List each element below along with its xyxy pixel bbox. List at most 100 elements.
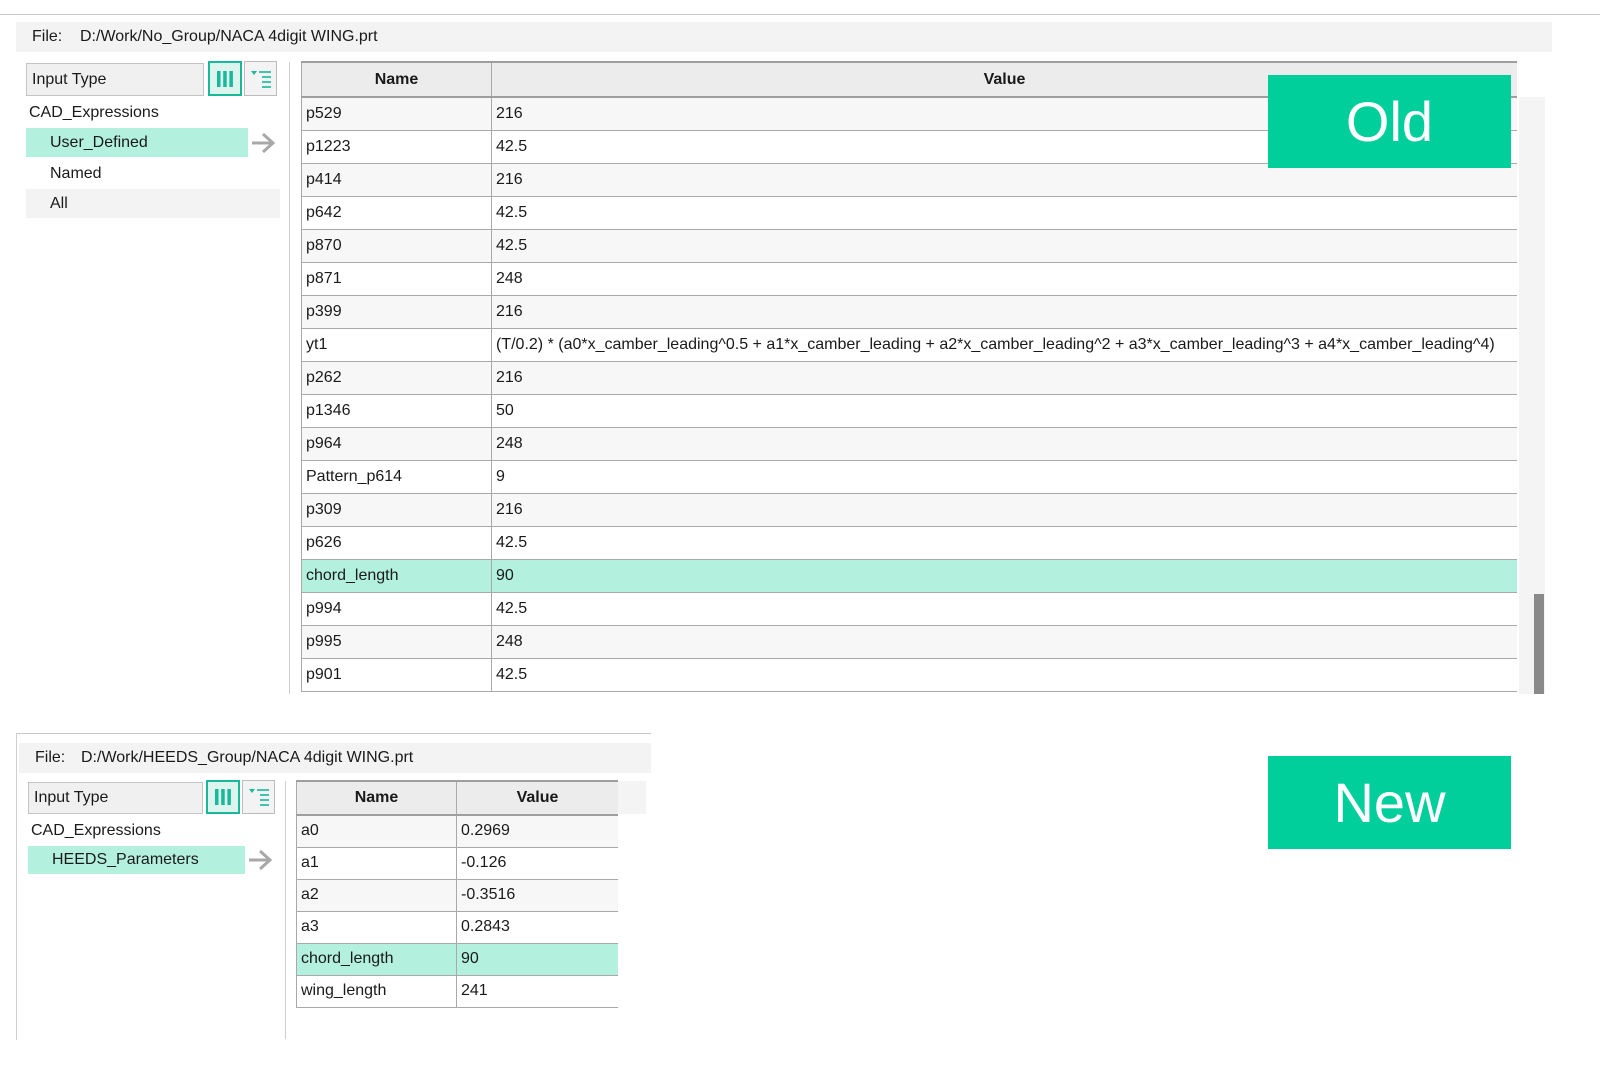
value-cell[interactable]: 42.5 (491, 228, 1517, 263)
value-cell[interactable]: -0.3516 (456, 878, 618, 912)
name-cell[interactable]: p309 (301, 492, 492, 527)
name-cell[interactable]: p529 (301, 96, 492, 131)
arrow-right-icon[interactable] (248, 128, 278, 157)
name-cell[interactable]: chord_length (301, 558, 492, 593)
tree-list-icon (248, 789, 269, 806)
name-cell[interactable]: p994 (301, 591, 492, 626)
value-cell[interactable]: 216 (491, 294, 1517, 329)
value-cell[interactable]: -0.126 (456, 846, 618, 880)
value-column-header[interactable]: Value (456, 780, 618, 816)
table-row[interactable]: a2 -0.3516 (296, 878, 618, 912)
name-cell[interactable]: a1 (296, 846, 457, 880)
value-cell[interactable]: 42.5 (491, 195, 1517, 230)
name-cell[interactable]: wing_length (296, 974, 457, 1008)
name-cell[interactable]: a3 (296, 910, 457, 944)
value-cell[interactable]: 248 (491, 261, 1517, 296)
name-cell[interactable]: p1346 (301, 393, 492, 428)
tree-root-cad-expressions[interactable]: CAD_Expressions (26, 99, 276, 127)
table-row[interactable]: Pattern_p614 9 (301, 459, 1517, 494)
table-row[interactable]: a1 -0.126 (296, 846, 618, 880)
table-row[interactable]: chord_length 90 (296, 942, 618, 976)
table-row[interactable]: p995 248 (301, 624, 1517, 659)
name-cell[interactable]: p399 (301, 294, 492, 329)
column-view-button[interactable] (208, 61, 242, 96)
value-cell[interactable]: 42.5 (491, 591, 1517, 626)
table-row[interactable]: p262 216 (301, 360, 1517, 395)
tree-item-user-defined[interactable]: User_Defined (26, 128, 248, 157)
value-cell[interactable]: 9 (491, 459, 1517, 494)
value-cell[interactable]: 42.5 (491, 657, 1517, 692)
value-cell[interactable]: 90 (491, 558, 1517, 593)
name-cell[interactable]: p642 (301, 195, 492, 230)
table-row[interactable]: p399 216 (301, 294, 1517, 329)
name-cell[interactable]: a2 (296, 878, 457, 912)
new-table-container: Name Value a0 0.2969 a1 -0.126 a2 -0.3516 a3 0.… (296, 780, 618, 1009)
value-cell[interactable]: 90 (456, 942, 618, 976)
file-path: D:/Work/No_Group/NACA 4digit WING.prt (80, 28, 378, 45)
arrow-right-icon[interactable] (245, 846, 275, 874)
old-badge: Old (1268, 75, 1511, 168)
tree-list-icon (250, 70, 271, 88)
table-row[interactable]: chord_length 90 (301, 558, 1517, 593)
name-cell[interactable]: Pattern_p614 (301, 459, 492, 494)
name-cell[interactable]: p871 (301, 261, 492, 296)
tree-item-named[interactable]: Named (26, 159, 280, 188)
value-cell[interactable]: 216 (491, 360, 1517, 395)
columns-icon (217, 70, 233, 87)
table-row[interactable]: a0 0.2969 (296, 814, 618, 848)
panel-divider (285, 781, 286, 1039)
name-column-header[interactable]: Name (301, 61, 492, 98)
table-row[interactable]: p871 248 (301, 261, 1517, 296)
value-cell[interactable]: 216 (491, 492, 1517, 527)
name-cell[interactable]: p901 (301, 657, 492, 692)
tree-view-button[interactable] (242, 780, 275, 814)
name-column-header[interactable]: Name (296, 780, 457, 816)
value-cell[interactable]: 0.2843 (456, 910, 618, 944)
table-row[interactable]: p964 248 (301, 426, 1517, 461)
old-file-bar: File: D:/Work/No_Group/NACA 4digit WING.… (16, 22, 1552, 52)
tree-root-cad-expressions[interactable]: CAD_Expressions (28, 817, 276, 845)
table-row[interactable]: p870 42.5 (301, 228, 1517, 263)
value-cell[interactable]: 248 (491, 624, 1517, 659)
new-file-bar: File: D:/Work/HEEDS_Group/NACA 4digit WI… (19, 743, 651, 773)
name-cell[interactable]: p414 (301, 162, 492, 197)
table-row[interactable]: yt1 (T/0.2) * (a0*x_camber_leading^0.5 + … (301, 327, 1517, 362)
value-cell[interactable]: 0.2969 (456, 814, 618, 848)
tree-view-button[interactable] (244, 61, 277, 96)
column-view-button[interactable] (206, 780, 240, 814)
value-cell[interactable]: 42.5 (491, 525, 1517, 560)
name-cell[interactable]: a0 (296, 814, 457, 848)
name-cell[interactable]: p870 (301, 228, 492, 263)
vertical-scrollbar[interactable] (1519, 97, 1545, 694)
scrollbar-thumb[interactable] (1534, 594, 1544, 694)
table-row[interactable]: p626 42.5 (301, 525, 1517, 560)
table-row[interactable]: p309 216 (301, 492, 1517, 527)
new-expressions-table: Name Value a0 0.2969 a1 -0.126 a2 -0.3516 a3 0.… (296, 780, 618, 1008)
name-cell[interactable]: p995 (301, 624, 492, 659)
header-filler (618, 781, 646, 814)
value-cell[interactable]: 248 (491, 426, 1517, 461)
columns-icon (215, 789, 231, 805)
name-cell[interactable]: p964 (301, 426, 492, 461)
value-cell[interactable]: 241 (456, 974, 618, 1008)
file-path: D:/Work/HEEDS_Group/NACA 4digit WING.prt (81, 749, 414, 766)
tree-item-heeds-parameters[interactable]: HEEDS_Parameters (28, 846, 245, 874)
new-panel-top-line (16, 733, 651, 734)
input-type-header[interactable]: Input Type (28, 782, 203, 814)
value-cell[interactable]: (T/0.2) * (a0*x_camber_leading^0.5 + a1*… (491, 327, 1517, 362)
name-cell[interactable]: p626 (301, 525, 492, 560)
table-row[interactable]: a3 0.2843 (296, 910, 618, 944)
name-cell[interactable]: yt1 (301, 327, 492, 362)
name-cell[interactable]: p1223 (301, 129, 492, 164)
file-label: File: (32, 28, 63, 45)
input-type-header[interactable]: Input Type (26, 63, 204, 96)
table-row[interactable]: wing_length 241 (296, 974, 618, 1008)
table-row[interactable]: p642 42.5 (301, 195, 1517, 230)
table-row[interactable]: p1346 50 (301, 393, 1517, 428)
table-row[interactable]: p994 42.5 (301, 591, 1517, 626)
value-cell[interactable]: 50 (491, 393, 1517, 428)
name-cell[interactable]: chord_length (296, 942, 457, 976)
name-cell[interactable]: p262 (301, 360, 492, 395)
table-row[interactable]: p901 42.5 (301, 657, 1517, 692)
tree-item-all[interactable]: All (26, 189, 280, 218)
